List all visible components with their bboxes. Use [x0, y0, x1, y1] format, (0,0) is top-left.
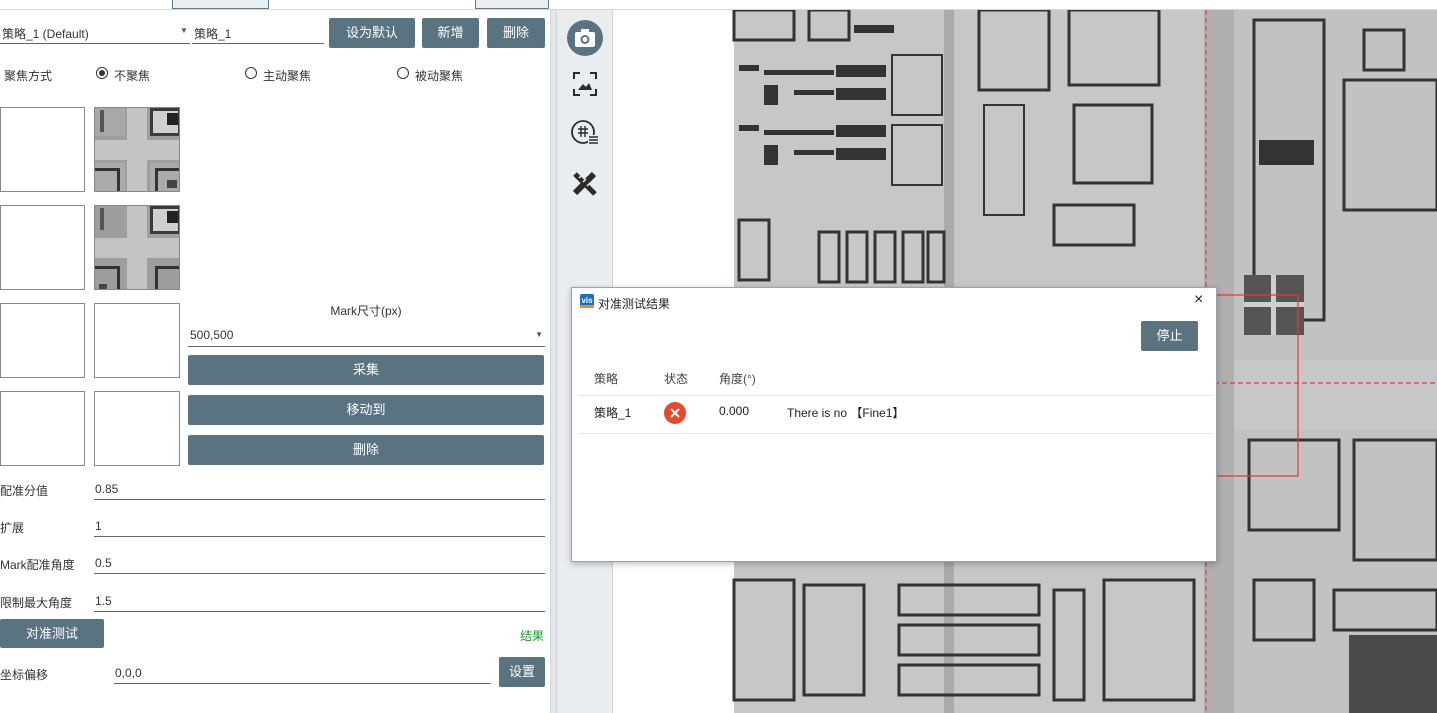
- align-test-button[interactable]: 对准测试: [0, 619, 104, 648]
- camera-icon[interactable]: [567, 20, 603, 56]
- mark-angle-label: Mark配准角度: [0, 558, 75, 572]
- chevron-down-icon: ▼: [535, 330, 543, 339]
- result-link[interactable]: 结果: [520, 627, 544, 644]
- chip-pattern-image: [95, 108, 179, 191]
- chip-pattern-image: [95, 206, 179, 289]
- focus-option-passive[interactable]: 被动聚焦: [397, 66, 487, 83]
- top-tab-2[interactable]: [475, 0, 549, 9]
- app-logo-icon: vis: [580, 294, 594, 308]
- stop-button[interactable]: 停止: [1141, 321, 1198, 351]
- mark-thumbnail-2[interactable]: [0, 205, 85, 290]
- error-status-icon: [664, 402, 686, 424]
- set-default-button[interactable]: 设为默认: [329, 18, 415, 48]
- chevron-down-icon: ▼: [180, 26, 188, 35]
- offset-value: 0,0,0: [115, 666, 142, 680]
- mark-angle-input[interactable]: 0.5: [94, 552, 545, 574]
- column-header-status: 状态: [664, 372, 689, 386]
- focus-option-label: 主动聚焦: [263, 69, 312, 83]
- mark-thumbnail-4[interactable]: [94, 303, 180, 378]
- focus-option-label: 不聚焦: [114, 69, 151, 83]
- max-angle-label: 限制最大角度: [0, 596, 73, 610]
- panel-splitter[interactable]: [550, 10, 557, 713]
- delete-mark-button[interactable]: 删除: [188, 435, 544, 465]
- radio-unselected-icon: [245, 67, 257, 79]
- radio-unselected-icon: [397, 67, 409, 79]
- capture-button[interactable]: 采集: [188, 355, 544, 385]
- image-capture-icon[interactable]: [567, 66, 603, 102]
- mark-size-select[interactable]: 500,500 ▼: [188, 325, 545, 347]
- expand-input[interactable]: 1: [94, 515, 545, 537]
- row-divider: [578, 433, 1212, 434]
- header-divider: [578, 395, 1212, 396]
- move-to-button[interactable]: 移动到: [188, 395, 544, 425]
- dialog-title: 对准测试结果: [598, 297, 671, 311]
- focus-mode-label: 聚焦方式: [4, 69, 53, 83]
- score-input[interactable]: 0.85: [94, 478, 545, 500]
- mark-angle-value: 0.5: [95, 556, 112, 570]
- row-strategy: 策略_1: [594, 406, 632, 420]
- strategy-select-value: 策略_1 (Default): [2, 27, 89, 41]
- grid-settings-icon[interactable]: [567, 116, 603, 152]
- row-message: There is no 【Fine1】: [787, 406, 905, 420]
- set-offset-button[interactable]: 设置: [499, 657, 545, 687]
- score-label: 配准分值: [0, 484, 49, 498]
- column-header-strategy: 策略: [594, 372, 619, 386]
- radio-selected-icon: [96, 67, 108, 79]
- strategy-select[interactable]: 策略_1 (Default) ▼: [0, 20, 190, 44]
- mark-size-label: Mark尺寸(px): [330, 304, 402, 318]
- expand-value: 1: [95, 519, 102, 533]
- mark-thumbnail-5[interactable]: [0, 391, 85, 466]
- max-angle-value: 1.5: [95, 594, 112, 608]
- mark-thumbnail-1[interactable]: [0, 107, 85, 192]
- mark-thumbnail-6[interactable]: [94, 391, 180, 466]
- strategy-panel: 策略_1 (Default) ▼ 策略_1 设为默认 新增 删除 聚焦方式 不聚…: [0, 10, 550, 713]
- alignment-result-dialog: vis 对准测试结果 × 停止 策略 状态 角度(°) 策略_1 0.000 T…: [571, 287, 1217, 562]
- focus-option-label: 被动聚焦: [415, 69, 464, 83]
- offset-label: 坐标偏移: [0, 668, 49, 682]
- add-strategy-button[interactable]: 新增: [422, 18, 479, 48]
- focus-option-none[interactable]: 不聚焦: [96, 66, 186, 83]
- mark-size-value: 500,500: [190, 328, 234, 342]
- expand-label: 扩展: [0, 521, 25, 535]
- mark-image-2[interactable]: [94, 205, 180, 290]
- mark-image-1[interactable]: [94, 107, 180, 192]
- max-angle-input[interactable]: 1.5: [94, 590, 545, 612]
- row-angle: 0.000: [719, 404, 750, 418]
- score-value: 0.85: [95, 482, 119, 496]
- top-tab-1[interactable]: [172, 0, 269, 9]
- delete-strategy-button[interactable]: 删除: [487, 18, 545, 48]
- top-tab-strip: [0, 0, 1437, 10]
- column-header-angle: 角度(°): [719, 372, 756, 386]
- mark-thumbnail-3[interactable]: [0, 303, 85, 378]
- focus-option-active[interactable]: 主动聚焦: [245, 66, 335, 83]
- strategy-name-value: 策略_1: [194, 27, 232, 41]
- strategy-name-input[interactable]: 策略_1: [192, 20, 324, 44]
- close-icon[interactable]: ×: [1194, 291, 1203, 309]
- ruler-tool-icon[interactable]: [567, 166, 603, 202]
- offset-input[interactable]: 0,0,0: [114, 662, 491, 684]
